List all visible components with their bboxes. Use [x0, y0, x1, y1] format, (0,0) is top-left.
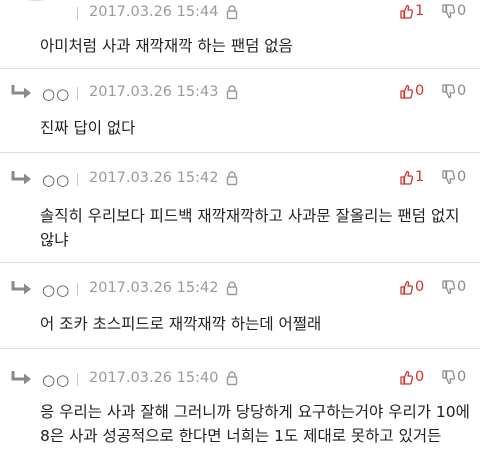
thumbs-up-icon — [400, 170, 413, 185]
downvote-count: 0 — [457, 83, 467, 99]
comment-author[interactable]: ○○ — [42, 85, 70, 103]
downvote-count: 0 — [457, 369, 467, 385]
upvote-count: 1 — [415, 3, 425, 19]
thumbs-up-icon — [400, 84, 413, 99]
upvote-count: 0 — [415, 83, 425, 99]
downvote-button[interactable]: 0 — [442, 3, 466, 19]
comment-author[interactable]: ○○ — [42, 371, 70, 389]
comment-meta: ○○ 2017.03.26 15:42 1 0 — [0, 166, 480, 192]
comment-meta: ○○ 2017.03.26 15:43 0 0 — [0, 80, 480, 106]
comment-item: ○○ 2017.03.26 15:42 1 0 솔직히 우리보다 피드백 재깍재… — [0, 166, 480, 256]
upvote-button[interactable]: 0 — [400, 369, 424, 385]
meta-divider — [77, 87, 78, 100]
upvote-count: 1 — [415, 169, 425, 185]
thumbs-up-icon — [400, 370, 413, 385]
thumbs-down-icon — [442, 369, 455, 384]
downvote-count: 0 — [457, 3, 467, 19]
upvote-button[interactable]: 0 — [400, 279, 424, 295]
comment-text: 솔직히 우리보다 피드백 재깍재깍하고 사과문 잘올리는 팬덤 없지않냐 — [40, 207, 460, 249]
comment-text: 아미처럼 사과 재깍재깍 하는 팬덤 없음 — [40, 37, 293, 55]
reply-arrow-icon — [11, 85, 31, 99]
comment-author[interactable]: ○○ — [42, 171, 70, 189]
comment-date: 2017.03.26 15:40 — [89, 370, 219, 386]
comment-item: ○○ 2017.03.26 15:42 0 0 어 조카 초스피드로 재깍재깍 … — [0, 276, 480, 346]
lock-icon — [226, 171, 238, 186]
lock-icon — [226, 5, 238, 20]
meta-divider — [77, 7, 78, 20]
comment-date: 2017.03.26 15:42 — [89, 170, 219, 186]
comment-item: 2017.03.26 15:44 1 0 아미처럼 사과 재깍재깍 하는 팬덤 … — [0, 0, 480, 68]
downvote-button[interactable]: 0 — [442, 369, 466, 385]
comment-meta: ○○ 2017.03.26 15:40 0 0 — [0, 366, 480, 392]
thumbs-down-icon — [442, 3, 455, 18]
upvote-count: 0 — [415, 279, 425, 295]
upvote-count: 0 — [415, 369, 425, 385]
comment-date: 2017.03.26 15:42 — [89, 280, 219, 296]
comment-text: 진짜 답이 없다 — [40, 119, 136, 137]
reply-arrow-icon — [11, 281, 31, 295]
thumbs-down-icon — [442, 169, 455, 184]
upvote-button[interactable]: 1 — [400, 3, 424, 19]
reply-arrow-icon — [11, 371, 31, 385]
comment-separator — [0, 152, 480, 153]
lock-icon — [226, 371, 238, 386]
meta-divider — [77, 283, 78, 296]
downvote-count: 0 — [457, 169, 467, 185]
downvote-button[interactable]: 0 — [442, 169, 466, 185]
thumbs-up-icon — [400, 4, 413, 19]
comment-separator — [0, 348, 480, 349]
upvote-button[interactable]: 0 — [400, 83, 424, 99]
comment-date: 2017.03.26 15:43 — [89, 84, 219, 100]
comment-date: 2017.03.26 15:44 — [89, 4, 219, 20]
thumbs-up-icon — [400, 280, 413, 295]
thumbs-down-icon — [442, 83, 455, 98]
comment-text: 어 조카 초스피드로 재깍재깍 하는데 어쩔래 — [40, 315, 322, 333]
downvote-button[interactable]: 0 — [442, 83, 466, 99]
lock-icon — [226, 85, 238, 100]
thumbs-down-icon — [442, 279, 455, 294]
upvote-button[interactable]: 1 — [400, 169, 424, 185]
comment-item: ○○ 2017.03.26 15:40 0 0 응 우리는 사과 잘해 그러니까… — [0, 366, 480, 476]
downvote-count: 0 — [457, 279, 467, 295]
comment-item: ○○ 2017.03.26 15:43 0 0 진짜 답이 없다 — [0, 80, 480, 150]
comment-text: 응 우리는 사과 잘해 그러니까 당당하게 요구하는거야 우리가 10에 8은 … — [40, 403, 470, 445]
meta-divider — [77, 373, 78, 386]
comment-meta: ○○ 2017.03.26 15:42 0 0 — [0, 276, 480, 302]
comment-meta: 2017.03.26 15:44 1 0 — [0, 0, 480, 26]
lock-icon — [226, 281, 238, 296]
meta-divider — [77, 173, 78, 186]
comment-separator — [0, 68, 480, 69]
comment-separator — [0, 262, 480, 263]
reply-arrow-icon — [11, 171, 31, 185]
comment-author[interactable]: ○○ — [42, 281, 70, 299]
downvote-button[interactable]: 0 — [442, 279, 466, 295]
